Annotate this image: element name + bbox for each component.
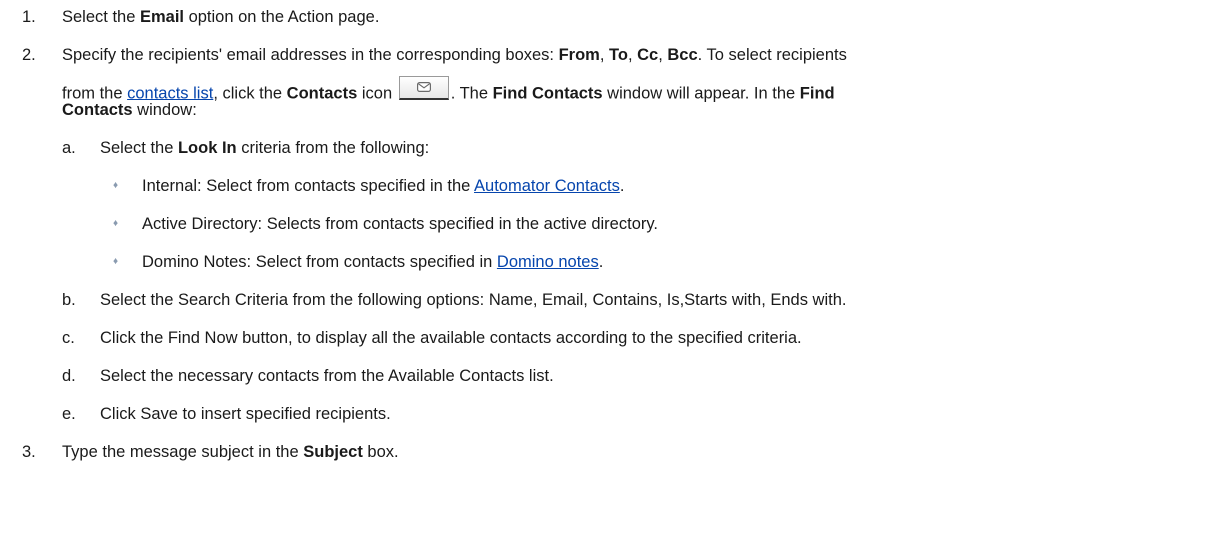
substep-letter: a. [62, 139, 76, 157]
envelope-icon [416, 82, 431, 92]
substep-d-text: Select the necessary contacts from the A… [100, 367, 554, 385]
step-number: 3. [22, 443, 36, 461]
bullet-active-directory: Active Directory: Selects from contacts … [142, 215, 658, 233]
substep-b-text: Select the Search Criteria from the foll… [100, 291, 847, 309]
step-1-text: Select the Email option on the Action pa… [62, 8, 380, 26]
substep-c-text: Click the Find Now button, to display al… [100, 329, 802, 347]
step-number: 2. [22, 46, 36, 64]
step-2-line-1: Specify the recipients' email addresses … [62, 46, 847, 64]
bullet-icon: ♦ [113, 256, 119, 267]
substep-a-text: Select the Look In criteria from the fol… [100, 139, 430, 157]
bullet-icon: ♦ [113, 180, 119, 191]
substep-letter: b. [62, 291, 76, 309]
step-number: 1. [22, 8, 36, 26]
bullet-icon: ♦ [113, 218, 119, 229]
substep-e-text: Click Save to insert specified recipient… [100, 405, 391, 423]
contacts-button[interactable] [398, 76, 449, 100]
bullet-domino-notes: Domino Notes: Select from contacts speci… [142, 253, 604, 271]
substep-letter: d. [62, 367, 76, 385]
domino-notes-link[interactable]: Domino notes [497, 253, 599, 271]
bullet-internal: Internal: Select from contacts specified… [142, 177, 625, 195]
step-2-line-3: Contacts window: [62, 101, 197, 119]
step-3-text: Type the message subject in the Subject … [62, 443, 399, 461]
substep-letter: c. [62, 329, 75, 347]
automator-contacts-link[interactable]: Automator Contacts [474, 177, 620, 195]
substep-letter: e. [62, 405, 76, 423]
